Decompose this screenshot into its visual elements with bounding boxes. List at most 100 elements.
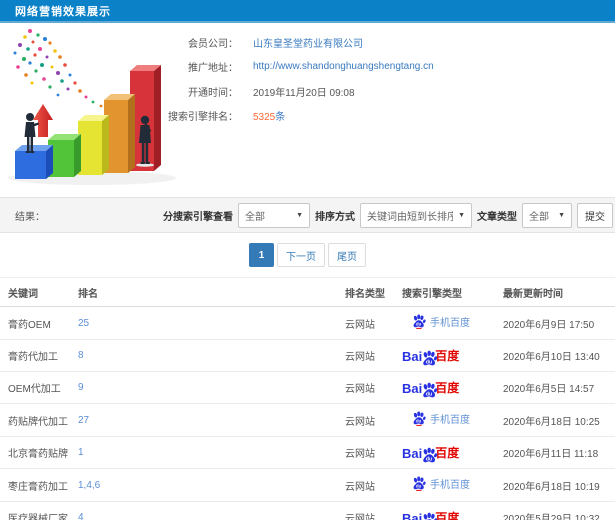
bar-blue bbox=[15, 145, 53, 179]
updated-cell: 2020年6月18日 10:25 bbox=[495, 403, 615, 437]
rank-type-cell: 云网站 bbox=[337, 339, 394, 372]
engine-mobile-baidu: du 手机百度 bbox=[412, 314, 470, 329]
baidu-du-text: du bbox=[426, 359, 432, 365]
pagination: 1 下一页 尾页 bbox=[0, 243, 615, 267]
engine-baidu-pc: Bai du 百度 bbox=[402, 444, 460, 462]
next-page-button[interactable]: 下一页 bbox=[277, 243, 325, 267]
baidu-du-text: du bbox=[426, 456, 432, 462]
engine-mobile-label: 手机百度 bbox=[430, 318, 470, 329]
app-window: 网络营销效果展示 会员公司： 山东皇圣堂药业有限公司 推广地址： http://… bbox=[0, 0, 615, 520]
baidu-paw-icon: du bbox=[413, 314, 426, 329]
promo-url-label: 推广地址： bbox=[188, 63, 238, 75]
table-row: 北京膏药贴牌 1 云网站 Bai du 百度 2020年6月11日 11:18 bbox=[0, 436, 615, 469]
baidu-cn-text: 百度 bbox=[435, 381, 460, 395]
keyword-cell: 医疗器械厂家 bbox=[0, 501, 70, 520]
baidu-bai-text: Bai bbox=[402, 511, 423, 520]
header-rank-type: 排名类型 bbox=[337, 277, 394, 307]
rank-link[interactable]: 1 bbox=[78, 447, 84, 458]
last-page-button[interactable]: 尾页 bbox=[328, 243, 366, 267]
sort-select[interactable]: 关键词由短到长排序 ▼ bbox=[360, 202, 472, 228]
info-row-url: 推广地址： http://www.shandonghuangshengtang.… bbox=[150, 55, 610, 80]
promo-url-link[interactable]: http://www.shandonghuangshengtang.cn bbox=[253, 61, 434, 72]
engine-cell: Bai du 百度 bbox=[394, 501, 495, 520]
table-row: OEM代加工 9 云网站 Bai du 百度 2020年6月5日 14:57 bbox=[0, 371, 615, 404]
info-row-company: 会员公司： 山东皇圣堂药业有限公司 bbox=[150, 30, 610, 55]
rank-link[interactable]: 4 bbox=[78, 512, 84, 520]
rank-link[interactable]: 27 bbox=[78, 415, 89, 426]
baidu-du-text: du bbox=[426, 391, 432, 397]
result-label: 结果： bbox=[15, 211, 45, 223]
company-label: 会员公司： bbox=[188, 38, 238, 50]
engine-cell: du 手机百度 bbox=[394, 403, 495, 437]
baidu-paw-icon: du bbox=[413, 476, 426, 491]
results-table: 关键词 排名 排名类型 搜索引擎类型 最新更新时间 膏药OEM 25 云网站 d… bbox=[0, 277, 615, 520]
updated-cell: 2020年5月29日 10:32 bbox=[495, 501, 615, 520]
keyword-cell: OEM代加工 bbox=[0, 371, 70, 404]
submit-button[interactable]: 提交 bbox=[577, 202, 613, 228]
rank-type-cell: 云网站 bbox=[337, 436, 394, 469]
confetti-dots bbox=[13, 29, 111, 113]
filter-controls: 分搜索引擎查看 全部 ▼ 排序方式 关键词由短到长排序 ▼ 文章类型 全部 ▼ … bbox=[163, 202, 615, 228]
engine-mobile-label: 手机百度 bbox=[430, 415, 470, 426]
rank-count-label: 搜索引擎排名： bbox=[168, 112, 238, 124]
sort-select-value: 关键词由短到长排序 bbox=[367, 211, 454, 223]
updated-cell: 2020年6月10日 13:40 bbox=[495, 339, 615, 372]
page-1-button[interactable]: 1 bbox=[249, 243, 274, 267]
engine-cell: du 手机百度 bbox=[394, 468, 495, 502]
engine-select[interactable]: 全部 ▼ bbox=[238, 202, 310, 228]
keyword-cell: 药贴牌代加工 bbox=[0, 403, 70, 437]
engine-baidu-pc: Bai du 百度 bbox=[402, 379, 460, 397]
baidu-cn-text: 百度 bbox=[435, 511, 460, 520]
header-keyword: 关键词 bbox=[0, 277, 70, 307]
chevron-down-icon: ▼ bbox=[296, 211, 303, 219]
engine-cell: Bai du 百度 bbox=[394, 371, 495, 404]
open-time-value: 2019年11月20日 09:08 bbox=[253, 87, 355, 99]
engine-cell: du 手机百度 bbox=[394, 306, 495, 340]
baidu-cn-text: 百度 bbox=[435, 446, 460, 460]
engine-select-value: 全部 bbox=[245, 211, 265, 223]
baidu-du-text: du bbox=[416, 418, 422, 423]
rank-type-cell: 云网站 bbox=[337, 371, 394, 404]
article-type-select-value: 全部 bbox=[529, 211, 549, 223]
rank-link[interactable]: 9 bbox=[78, 382, 84, 393]
member-info-panel: 会员公司： 山东皇圣堂药业有限公司 推广地址： http://www.shand… bbox=[150, 30, 610, 128]
baidu-bai-text: Bai bbox=[402, 446, 423, 461]
keyword-cell: 枣庄膏药加工 bbox=[0, 468, 70, 502]
baidu-bai-text: Bai bbox=[402, 381, 423, 396]
header-updated: 最新更新时间 bbox=[495, 277, 615, 307]
header-rank: 排名 bbox=[70, 277, 337, 307]
titlebar: 网络营销效果展示 bbox=[0, 0, 615, 23]
rank-link[interactable]: 1,4,6 bbox=[78, 480, 100, 491]
chevron-down-icon: ▼ bbox=[558, 211, 565, 219]
header-engine-type: 搜索引擎类型 bbox=[394, 277, 495, 307]
engine-filter-label: 分搜索引擎查看 bbox=[163, 211, 233, 223]
rank-type-cell: 云网站 bbox=[337, 306, 394, 340]
baidu-paw-icon: du bbox=[413, 411, 426, 426]
chevron-down-icon: ▼ bbox=[458, 211, 465, 219]
rank-link[interactable]: 25 bbox=[78, 318, 89, 329]
engine-mobile-label: 手机百度 bbox=[430, 480, 470, 491]
updated-cell: 2020年6月11日 11:18 bbox=[495, 436, 615, 469]
page-title: 网络营销效果展示 bbox=[15, 5, 111, 18]
engine-baidu-pc: Bai du 百度 bbox=[402, 347, 459, 365]
rank-type-cell: 云网站 bbox=[337, 403, 394, 437]
engine-cell: Bai du 百度 bbox=[394, 436, 495, 469]
up-arrow-icon bbox=[33, 104, 53, 137]
info-row-rank-count: 搜索引擎排名： 5325条 bbox=[150, 104, 610, 129]
table-row: 膏药代加工 8 云网站 Bai du 百度 2020年6月10日 13:40 bbox=[0, 339, 615, 372]
article-type-label: 文章类型 bbox=[477, 211, 517, 223]
table-body: 膏药OEM 25 云网站 du 手机百度 2020年6月9日 17:50 膏药代… bbox=[0, 306, 615, 520]
engine-baidu-pc: Bai du 百度 bbox=[402, 509, 459, 520]
updated-cell: 2020年6月9日 17:50 bbox=[495, 306, 615, 340]
updated-cell: 2020年6月18日 10:19 bbox=[495, 468, 615, 502]
rank-type-cell: 云网站 bbox=[337, 501, 394, 520]
rank-type-cell: 云网站 bbox=[337, 468, 394, 502]
keyword-cell: 北京膏药贴牌 bbox=[0, 436, 70, 469]
rank-link[interactable]: 8 bbox=[78, 350, 84, 361]
table-row: 药贴牌代加工 27 云网站 du 手机百度 2020年6月18日 10:25 bbox=[0, 403, 615, 437]
company-link[interactable]: 山东皇圣堂药业有限公司 bbox=[253, 39, 363, 50]
article-type-select[interactable]: 全部 ▼ bbox=[522, 202, 572, 228]
table-row: 医疗器械厂家 4 云网站 Bai du bbox=[0, 501, 615, 520]
rank-count-suffix: 条 bbox=[275, 112, 286, 124]
baidu-du-text: du bbox=[416, 483, 422, 488]
